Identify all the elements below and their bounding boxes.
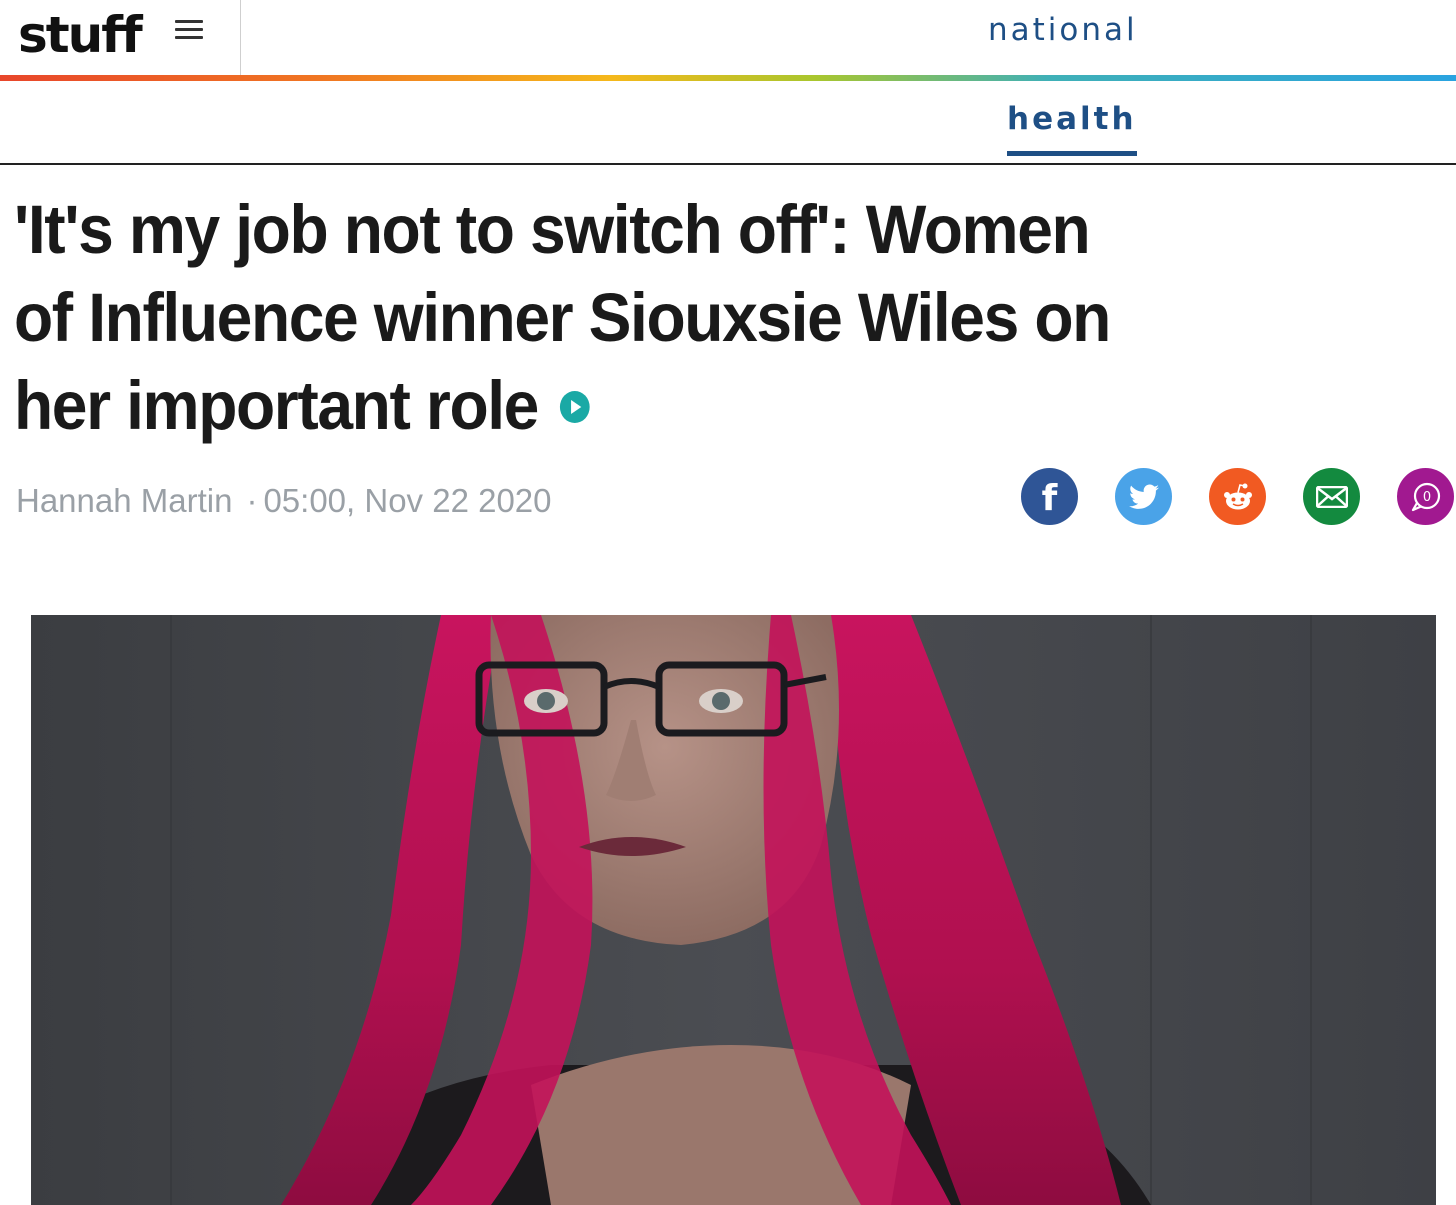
reddit-share-button[interactable] xyxy=(1209,468,1266,525)
facebook-share-button[interactable]: f xyxy=(1021,468,1078,525)
twitter-icon xyxy=(1128,484,1159,509)
portrait-photo xyxy=(31,615,1436,1205)
sub-navigation: health xyxy=(0,81,1456,165)
byline: Hannah Martin · 05:00, Nov 22 2020 xyxy=(16,482,552,520)
section-title[interactable]: national xyxy=(988,12,1138,48)
play-video-icon[interactable] xyxy=(559,390,590,423)
comments-button[interactable]: 0 xyxy=(1397,468,1454,525)
stuff-logo[interactable]: stuff xyxy=(18,4,143,66)
tab-health[interactable]: health xyxy=(1007,101,1137,156)
twitter-share-button[interactable] xyxy=(1115,468,1172,525)
comment-count: 0 xyxy=(1422,490,1430,505)
divider xyxy=(240,0,241,76)
reddit-icon xyxy=(1223,483,1252,509)
facebook-icon: f xyxy=(1041,477,1058,519)
byline-separator: · xyxy=(246,482,258,519)
hero-image[interactable] xyxy=(31,615,1436,1205)
article-headline: 'It's my job not to switch off': Women o… xyxy=(14,186,1158,450)
author-name[interactable]: Hannah Martin xyxy=(16,482,232,519)
menu-icon[interactable] xyxy=(172,18,206,50)
top-bar: stuff national xyxy=(0,0,1456,76)
email-icon xyxy=(1315,485,1348,508)
email-share-button[interactable] xyxy=(1303,468,1360,525)
comment-icon: 0 xyxy=(1411,482,1440,511)
publish-timestamp: 05:00, Nov 22 2020 xyxy=(263,482,552,519)
